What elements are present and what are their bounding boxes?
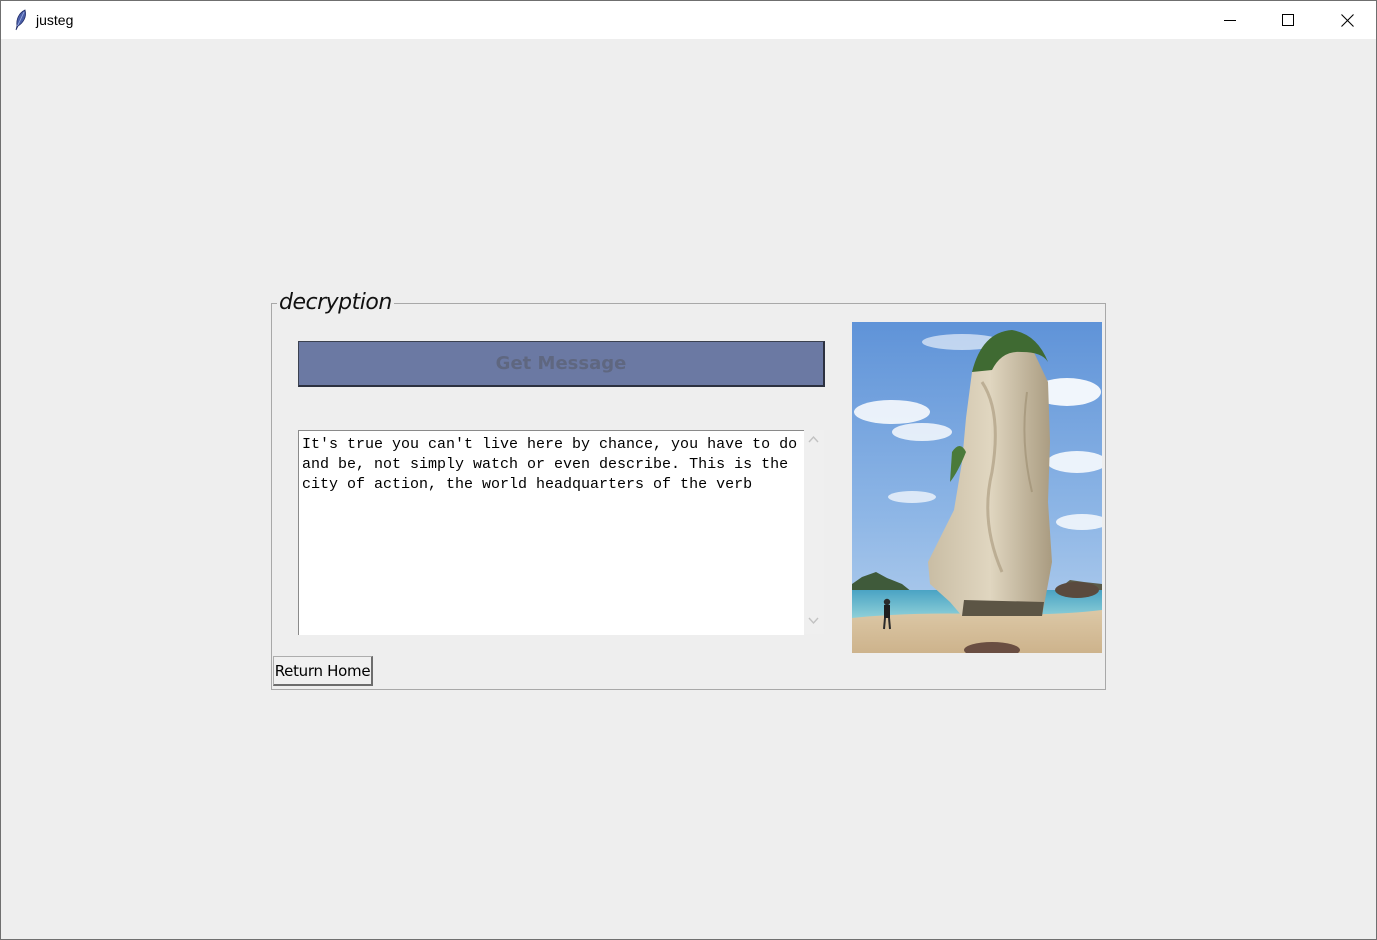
get-message-button[interactable]: Get Message	[298, 341, 825, 387]
message-text: It's true you can't live here by chance,…	[302, 436, 807, 493]
maximize-icon	[1282, 14, 1294, 26]
minimize-button[interactable]	[1201, 1, 1259, 39]
message-textarea[interactable]: It's true you can't live here by chance,…	[298, 430, 804, 635]
chevron-down-icon[interactable]	[808, 617, 819, 625]
return-home-button[interactable]: Return Home	[273, 656, 373, 686]
window-title: justeg	[36, 12, 74, 28]
close-button[interactable]	[1318, 1, 1376, 39]
feather-icon	[15, 9, 26, 31]
cover-image	[852, 322, 1102, 653]
chevron-up-icon[interactable]	[808, 435, 819, 443]
maximize-button[interactable]	[1259, 1, 1317, 39]
close-icon	[1340, 13, 1354, 27]
frame-label: decryption	[277, 290, 394, 315]
textarea-scrollbar[interactable]	[804, 430, 824, 634]
app-window: justeg decryption Get Message It's true …	[0, 0, 1377, 940]
minimize-icon	[1224, 20, 1236, 21]
title-bar[interactable]: justeg	[1, 1, 1376, 39]
sea-stack-image	[852, 322, 1102, 653]
